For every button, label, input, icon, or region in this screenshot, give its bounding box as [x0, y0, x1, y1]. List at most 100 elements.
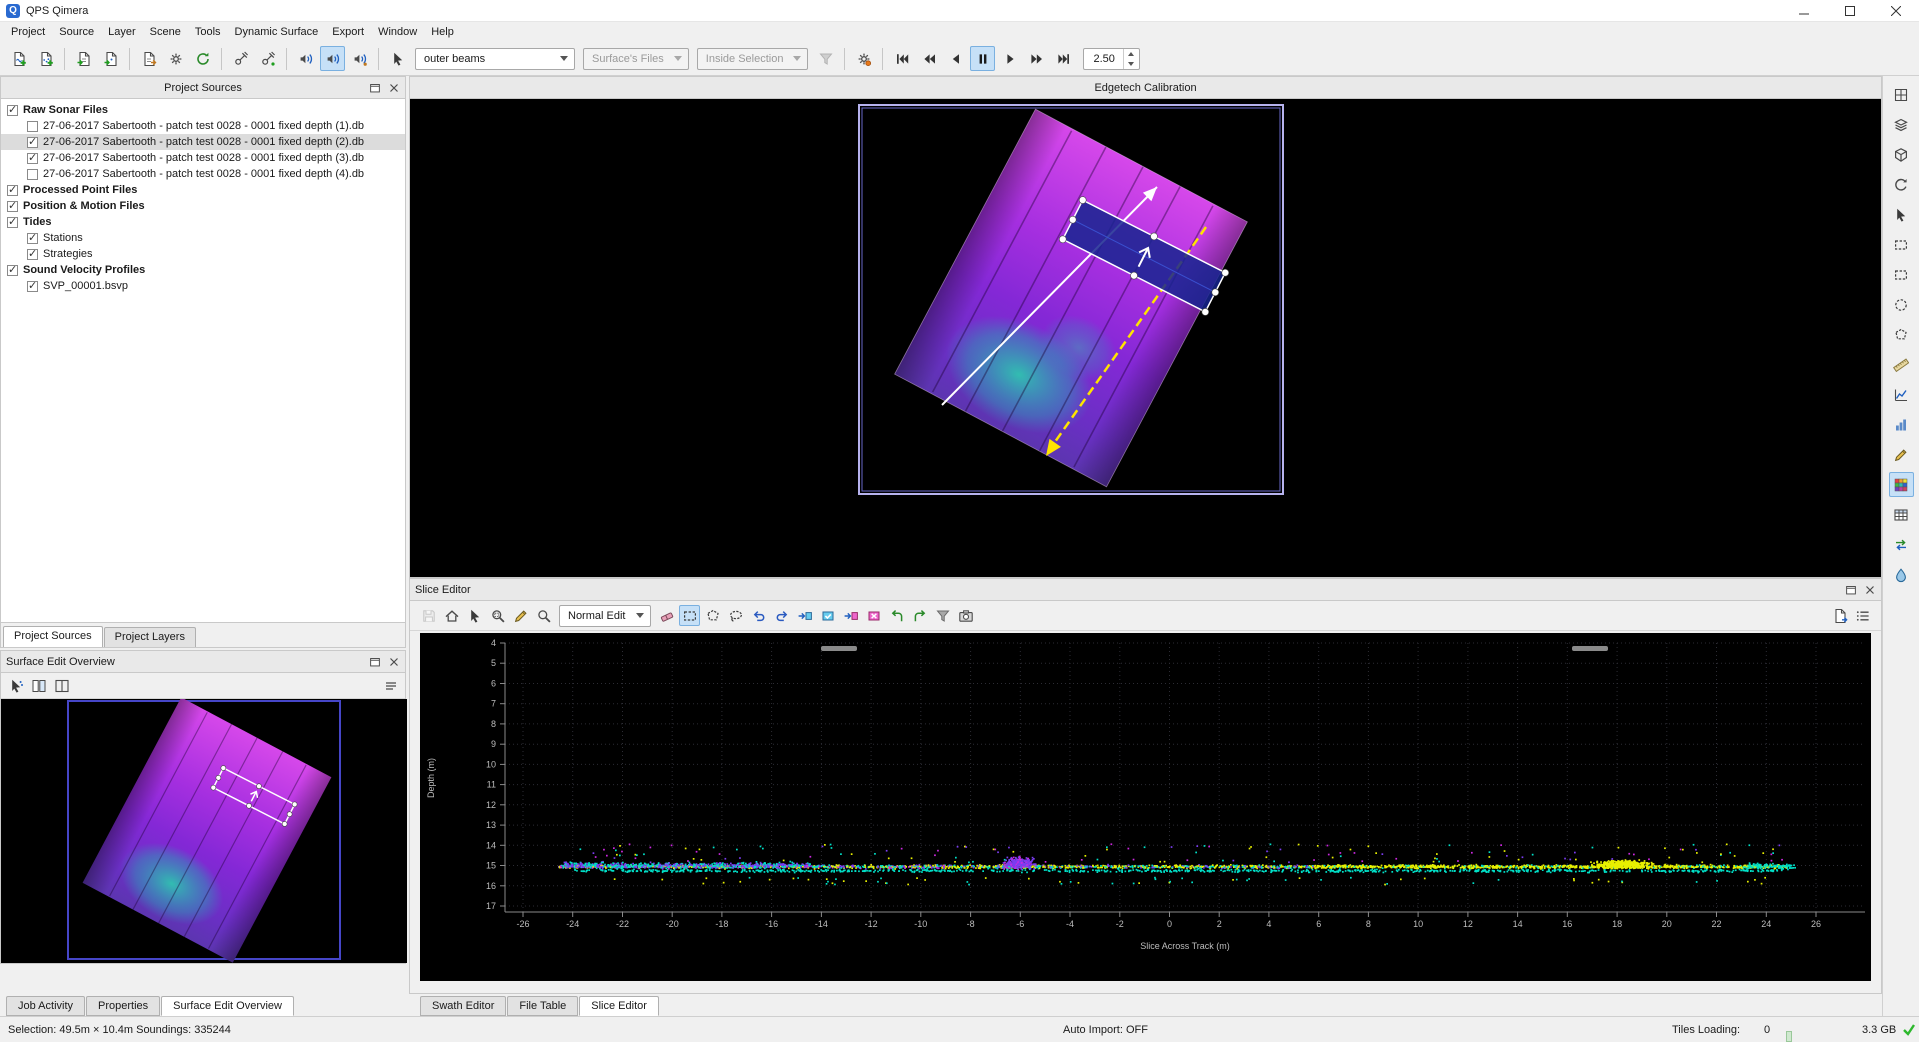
- close-panel-button[interactable]: [1861, 581, 1878, 598]
- view-3d-icon[interactable]: [1889, 142, 1914, 167]
- tab-project-layers[interactable]: Project Layers: [103, 627, 196, 647]
- refresh-icon[interactable]: [190, 46, 215, 71]
- select-points-icon[interactable]: [5, 675, 26, 696]
- camera-icon[interactable]: [955, 605, 976, 626]
- pointer-select-icon[interactable]: [1889, 202, 1914, 227]
- eraser-icon[interactable]: [656, 605, 677, 626]
- redo-icon[interactable]: [771, 605, 792, 626]
- svp-editor-icon[interactable]: [293, 46, 318, 71]
- checkbox[interactable]: [27, 279, 38, 292]
- skip-end-button[interactable]: [1051, 46, 1076, 71]
- polygon-select-icon[interactable]: [1889, 322, 1914, 347]
- accept-selection-icon[interactable]: [817, 605, 838, 626]
- grid-compare-icon[interactable]: [28, 675, 49, 696]
- slice-filter-icon[interactable]: [932, 605, 953, 626]
- selection-mode-combo[interactable]: Inside Selection: [696, 47, 809, 70]
- play-button[interactable]: [997, 46, 1022, 71]
- circle-select-icon[interactable]: [1889, 292, 1914, 317]
- import-processed-icon[interactable]: [98, 46, 123, 71]
- tab-project-sources[interactable]: Project Sources: [3, 626, 103, 647]
- rewind-button[interactable]: [916, 46, 941, 71]
- menu-tools[interactable]: Tools: [188, 24, 228, 40]
- checkbox[interactable]: [7, 199, 18, 212]
- playback-interval-spinner[interactable]: 2.50: [1083, 47, 1140, 70]
- slice-filter-icon[interactable]: [813, 46, 838, 71]
- surface-edit-icon[interactable]: [1888, 472, 1914, 497]
- swap-layers-icon[interactable]: [1889, 532, 1914, 557]
- measure-icon[interactable]: [1889, 352, 1914, 377]
- menu-project[interactable]: Project: [4, 24, 52, 40]
- tree-item[interactable]: 27-06-2017 Sabertooth - patch test 0028 …: [1, 166, 405, 182]
- svp-apply-icon[interactable]: [320, 46, 345, 71]
- export-icon[interactable]: [1829, 605, 1850, 626]
- float-panel-button[interactable]: [1842, 581, 1859, 598]
- polygon-select-icon[interactable]: [702, 605, 723, 626]
- checkbox[interactable]: [7, 183, 18, 196]
- add-raw-sonar-icon[interactable]: [6, 46, 31, 71]
- spin-down-icon[interactable]: [1124, 59, 1139, 69]
- split-view-icon[interactable]: [51, 675, 72, 696]
- slice-plot-area[interactable]: 4 5 6 7 8 9 10 11 12 13 14 15 16 17 -26 -24 -22 -20 -18 -16…: [420, 633, 1871, 981]
- maximize-button[interactable]: [1827, 0, 1873, 21]
- checkbox[interactable]: [7, 103, 18, 116]
- turn-right-icon[interactable]: [909, 605, 930, 626]
- fast-forward-button[interactable]: [1024, 46, 1049, 71]
- tree-item[interactable]: 27-06-2017 Sabertooth - patch test 0028 …: [1, 150, 405, 166]
- menu-scene[interactable]: Scene: [143, 24, 188, 40]
- reject-forward-icon[interactable]: [840, 605, 861, 626]
- surface-files-combo[interactable]: Surface's Files: [583, 47, 689, 70]
- import-raw-icon[interactable]: [71, 46, 96, 71]
- tree-item[interactable]: Raw Sonar Files: [1, 102, 405, 118]
- add-processed-points-icon[interactable]: [33, 46, 58, 71]
- home-icon[interactable]: [441, 605, 462, 626]
- tab-job-activity[interactable]: Job Activity: [6, 996, 86, 1016]
- water-column-icon[interactable]: [1889, 562, 1914, 587]
- close-panel-button[interactable]: [385, 653, 402, 670]
- menu-help[interactable]: Help: [424, 24, 461, 40]
- checkbox[interactable]: [7, 215, 18, 228]
- rect-select-icon[interactable]: [679, 605, 700, 626]
- zoom-select-icon[interactable]: [487, 605, 508, 626]
- tab-swath-editor[interactable]: Swath Editor: [420, 996, 507, 1016]
- svp-manager-icon[interactable]: [347, 46, 372, 71]
- float-panel-button[interactable]: [366, 79, 383, 96]
- undo-icon[interactable]: [748, 605, 769, 626]
- rect-select-icon[interactable]: [1889, 232, 1914, 257]
- minimize-button[interactable]: [1781, 0, 1827, 21]
- close-panel-button[interactable]: [385, 79, 402, 96]
- menu-export[interactable]: Export: [325, 24, 371, 40]
- pencil-icon[interactable]: [510, 605, 531, 626]
- surface-edit-overview-canvas[interactable]: [1, 697, 407, 963]
- menu-icon[interactable]: [380, 675, 401, 696]
- checkbox[interactable]: [27, 120, 38, 132]
- tree-item[interactable]: Stations: [1, 230, 405, 246]
- checkbox[interactable]: [27, 151, 38, 164]
- pencil-icon[interactable]: [1889, 442, 1914, 467]
- list-icon[interactable]: [1852, 605, 1873, 626]
- tree-item[interactable]: Strategies: [1, 246, 405, 262]
- histogram-icon[interactable]: [1889, 412, 1914, 437]
- tab-surface-edit-overview[interactable]: Surface Edit Overview: [161, 996, 294, 1016]
- checkbox[interactable]: [27, 135, 38, 148]
- checkbox[interactable]: [27, 247, 38, 260]
- scene-canvas[interactable]: [410, 99, 1881, 577]
- save-icon[interactable]: [418, 605, 439, 626]
- accept-forward-icon[interactable]: [794, 605, 815, 626]
- menu-dynamic-surface[interactable]: Dynamic Surface: [228, 24, 326, 40]
- tree-item[interactable]: SVP_00001.bsvp: [1, 278, 405, 294]
- lasso-select-icon[interactable]: [725, 605, 746, 626]
- float-panel-button[interactable]: [366, 653, 383, 670]
- pointer-icon[interactable]: [464, 605, 485, 626]
- turn-left-icon[interactable]: [886, 605, 907, 626]
- tab-file-table[interactable]: File Table: [507, 996, 579, 1016]
- close-button[interactable]: [1873, 0, 1919, 21]
- tree-item[interactable]: Sound Velocity Profiles: [1, 262, 405, 278]
- magnifier-icon[interactable]: [533, 605, 554, 626]
- tree-item[interactable]: Tides: [1, 214, 405, 230]
- processing-settings-icon[interactable]: [163, 46, 188, 71]
- step-back-button[interactable]: [943, 46, 968, 71]
- edit-mode-combo[interactable]: Normal Edit: [559, 604, 651, 627]
- checkbox[interactable]: [27, 168, 38, 180]
- pointer-mode-icon[interactable]: [385, 46, 410, 71]
- spin-up-icon[interactable]: [1124, 49, 1139, 59]
